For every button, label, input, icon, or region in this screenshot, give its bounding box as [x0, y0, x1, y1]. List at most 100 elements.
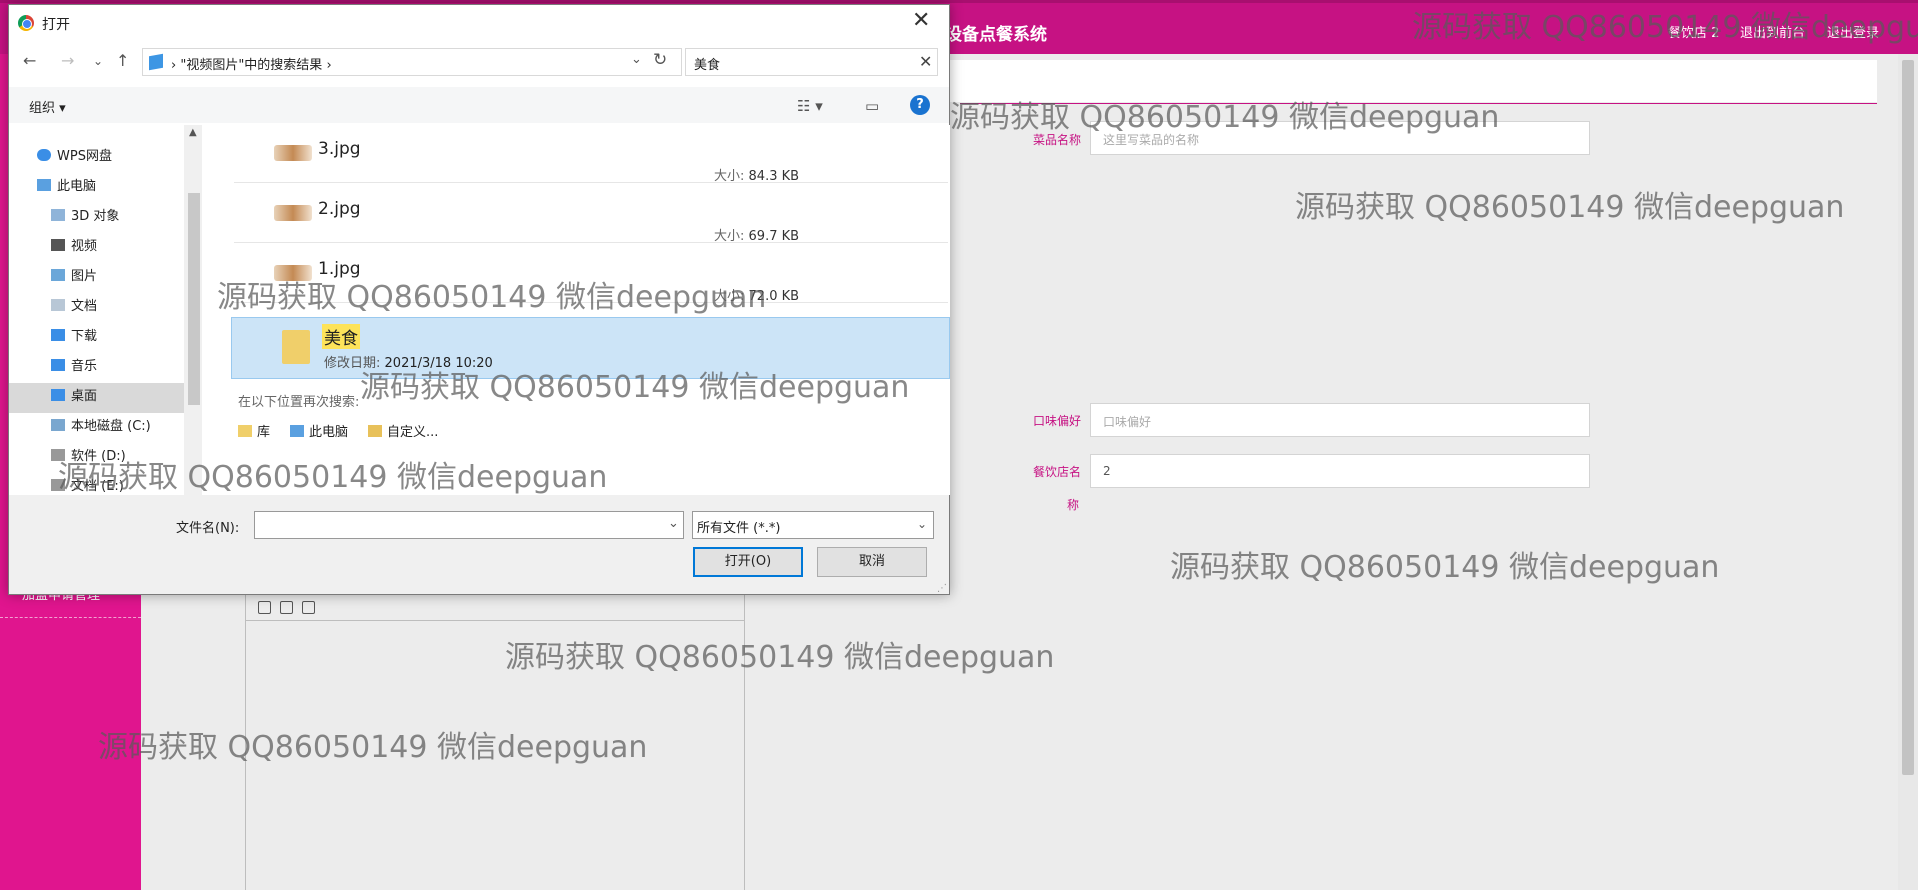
cube-icon: [51, 208, 65, 221]
content-divider: [960, 103, 1877, 104]
view-options-icon[interactable]: ☷ ▾: [797, 97, 823, 115]
command-bar: 组织 ▾ ☷ ▾ ▭ ?: [9, 87, 949, 123]
clear-search-icon[interactable]: ✕: [919, 52, 932, 71]
search-again-label: 在以下位置再次搜索:: [238, 395, 360, 410]
filename-input[interactable]: ⌄: [254, 511, 684, 539]
save-icon[interactable]: [302, 601, 315, 614]
file-size: 大小: 69.7 KB: [714, 229, 800, 244]
menu-front[interactable]: 退出到前台: [1740, 22, 1805, 41]
file-name: 1.jpg: [318, 259, 361, 279]
music-icon: [51, 358, 65, 371]
image-thumbnail: [274, 145, 312, 161]
search-this-pc-link[interactable]: 此电脑: [290, 421, 348, 440]
file-name: 2.jpg: [318, 199, 361, 219]
film-icon: [51, 238, 65, 251]
tree-item-wps[interactable]: WPS网盘: [37, 145, 112, 164]
organize-button[interactable]: 组织 ▾: [29, 97, 66, 116]
cancel-button[interactable]: 取消: [817, 547, 927, 577]
image-thumbnail: [274, 265, 312, 281]
dialog-footer: 文件名(N): ⌄ 所有文件 (*.*) ⌄ 打开(O) 取消: [9, 495, 949, 594]
tree-item-drive-d[interactable]: 软件 (D:): [51, 445, 126, 464]
taste-label: 口味偏好: [1033, 414, 1082, 428]
dish-name-input[interactable]: 这里写菜品的名称: [1090, 121, 1590, 155]
filename-label: 文件名(N):: [176, 521, 240, 536]
scroll-up-icon[interactable]: ▲: [189, 127, 197, 138]
file-size: 大小: 72.0 KB: [714, 289, 800, 304]
sidebar-divider: [0, 617, 141, 618]
menu-logout[interactable]: 退出登录: [1827, 22, 1879, 41]
file-item[interactable]: 2.jpg 大小: 69.7 KB: [234, 185, 948, 244]
computer-icon: [290, 424, 305, 437]
download-icon: [51, 328, 65, 341]
shop-name-label-wrap: 称: [1067, 498, 1080, 512]
file-open-dialog: 打开 ✕ ← → ⌄ ↑ › "视频图片"中的搜索结果 › ⌄ ↻ 美食 ✕ 组…: [8, 4, 950, 595]
dish-name-label: 菜品名称: [1033, 133, 1082, 147]
recent-locations-icon[interactable]: ⌄: [93, 54, 103, 68]
search-custom-link[interactable]: 自定义...: [368, 421, 438, 440]
tree-item-music[interactable]: 音乐: [51, 355, 97, 374]
page-scrollbar-thumb[interactable]: [1902, 60, 1914, 775]
dialog-titlebar: 打开 ✕: [9, 5, 949, 42]
tree-item-3d[interactable]: 3D 对象: [51, 205, 119, 224]
editor-toolbar: [258, 601, 315, 614]
tree-item-documents[interactable]: 文档: [51, 295, 97, 314]
close-icon[interactable]: ✕: [912, 10, 930, 32]
search-library-link[interactable]: 库: [238, 421, 270, 440]
image-icon[interactable]: [280, 601, 293, 614]
preview-pane-icon[interactable]: ▭: [865, 97, 879, 115]
folder-icon: [282, 330, 310, 364]
folder-icon: [368, 424, 383, 437]
tree-item-this-pc[interactable]: 此电脑: [37, 175, 96, 194]
address-text: › "视频图片"中的搜索结果 ›: [171, 58, 332, 73]
back-icon[interactable]: ←: [23, 51, 36, 70]
folder-name: 美食: [322, 324, 360, 349]
drive-icon: [51, 418, 65, 431]
tree-item-pictures[interactable]: 图片: [51, 265, 97, 284]
search-again-links: 库 此电脑 自定义...: [238, 421, 438, 440]
search-results-icon: [149, 53, 163, 71]
file-item[interactable]: 1.jpg 大小: 72.0 KB: [234, 245, 948, 304]
file-name: 3.jpg: [318, 139, 361, 159]
help-icon[interactable]: ?: [910, 95, 930, 115]
document-icon: [51, 298, 65, 311]
file-size: 大小: 84.3 KB: [714, 169, 800, 184]
address-bar[interactable]: › "视频图片"中的搜索结果 › ⌄ ↻: [142, 48, 682, 76]
library-icon: [238, 424, 252, 437]
rich-text-editor[interactable]: [245, 620, 745, 890]
up-icon[interactable]: ↑: [116, 51, 129, 70]
open-button[interactable]: 打开(O): [693, 547, 803, 577]
tree-item-videos[interactable]: 视频: [51, 235, 97, 254]
tree-item-drive-c[interactable]: 本地磁盘 (C:): [51, 415, 151, 434]
app-title: 设备点餐系统: [945, 25, 1047, 45]
picture-icon: [51, 268, 65, 281]
content-header: [945, 60, 1877, 102]
desktop-icon: [51, 388, 65, 401]
shop-name-input[interactable]: 2: [1090, 454, 1590, 488]
taste-input[interactable]: 口味偏好: [1090, 403, 1590, 437]
tree-scrollbar-thumb[interactable]: [188, 193, 200, 405]
navigation-pane: WPS网盘 此电脑 3D 对象 视频 图片 文档 下载 音乐 桌面 本地磁盘 (…: [9, 125, 207, 495]
folder-date: 修改日期: 2021/3/18 10:20: [324, 356, 493, 371]
folder-item[interactable]: 美食 修改日期: 2021/3/18 10:20: [231, 317, 950, 379]
chevron-down-icon: ⌄: [916, 517, 927, 531]
refresh-icon[interactable]: ↻: [653, 50, 667, 70]
menu-shop[interactable]: 餐饮店 2: [1668, 22, 1719, 41]
forward-icon[interactable]: →: [61, 51, 74, 70]
tree-item-drive-e[interactable]: 文档 (E:): [51, 475, 124, 494]
file-list: 3.jpg 大小: 84.3 KB 2.jpg 大小: 69.7 KB 1.jp…: [209, 125, 950, 495]
file-item[interactable]: 3.jpg 大小: 84.3 KB: [234, 125, 948, 184]
cloud-icon: [37, 148, 51, 161]
navigation-bar: ← → ⌄ ↑ › "视频图片"中的搜索结果 › ⌄ ↻ 美食 ✕: [9, 48, 949, 78]
computer-icon: [37, 178, 51, 191]
dialog-title: 打开: [42, 17, 70, 33]
search-input[interactable]: 美食 ✕: [685, 48, 938, 76]
resize-grip-icon[interactable]: ⋰: [937, 583, 947, 594]
chevron-down-icon[interactable]: ⌄: [631, 52, 642, 67]
chrome-icon: [18, 15, 34, 31]
tree-item-desktop[interactable]: 桌面: [51, 385, 97, 404]
chevron-down-icon[interactable]: ⌄: [668, 516, 679, 531]
link-icon[interactable]: [258, 601, 271, 614]
image-thumbnail: [274, 205, 312, 221]
tree-item-downloads[interactable]: 下载: [51, 325, 97, 344]
filetype-select[interactable]: 所有文件 (*.*) ⌄: [692, 511, 934, 539]
